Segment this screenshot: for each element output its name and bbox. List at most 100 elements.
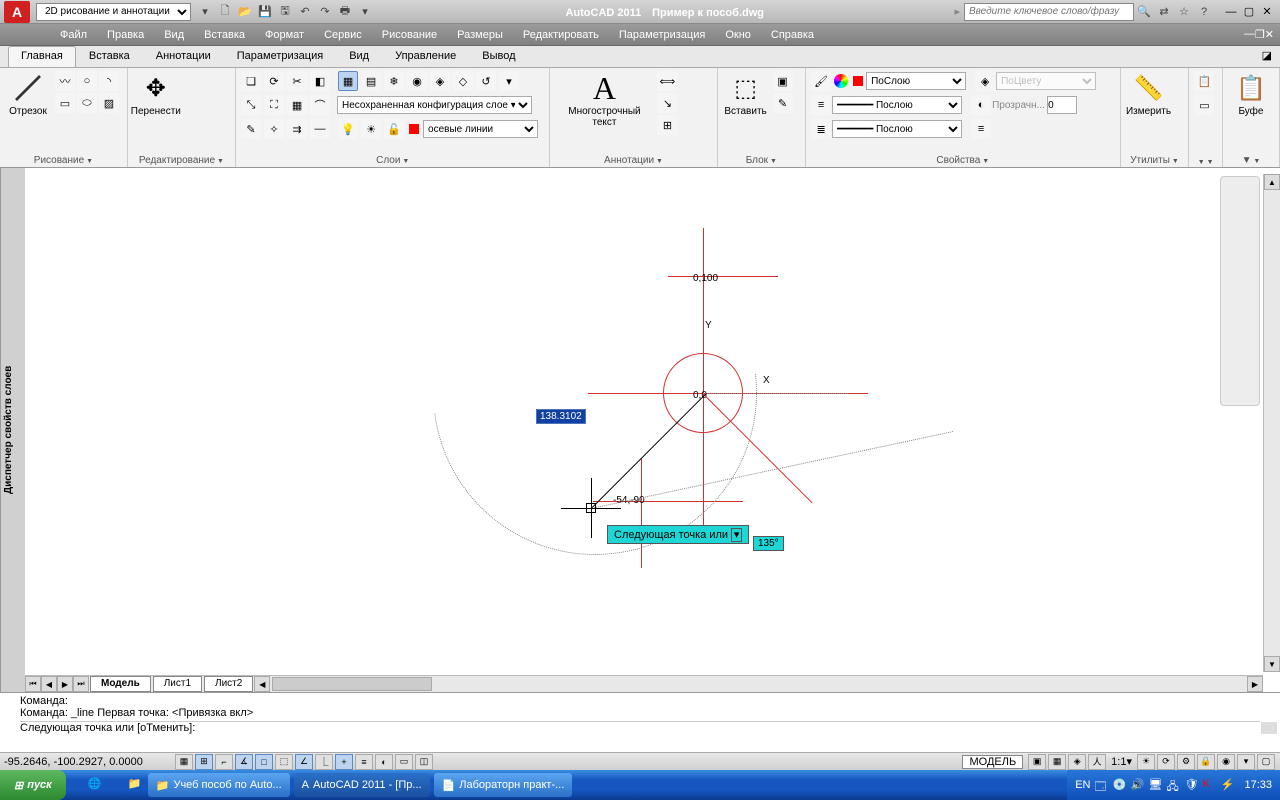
- join-icon[interactable]: —: [310, 119, 330, 139]
- tray-icon[interactable]: 🛡: [1184, 778, 1198, 792]
- model-space-button[interactable]: МОДЕЛЬ: [962, 755, 1023, 769]
- tab-output[interactable]: Вывод: [469, 46, 528, 67]
- status-hardware-icon[interactable]: ◉: [1217, 754, 1235, 770]
- language-indicator[interactable]: EN: [1075, 779, 1090, 791]
- table-icon[interactable]: ⊞: [657, 115, 677, 135]
- layout-tab-1[interactable]: Лист1: [153, 676, 202, 692]
- layout-tab-2[interactable]: Лист2: [204, 676, 253, 692]
- tab-insert[interactable]: Вставка: [76, 46, 143, 67]
- command-window[interactable]: Команда: Команда: _line Первая точка: <П…: [0, 692, 1280, 752]
- coordinates-display[interactable]: -95.2646, -100.2927, 0.0000: [4, 756, 174, 768]
- close-icon[interactable]: ✕: [1258, 4, 1276, 20]
- layer-walk-icon[interactable]: ▤: [361, 71, 381, 91]
- menu-format[interactable]: Формат: [255, 27, 314, 43]
- layer-off-icon[interactable]: ◉: [407, 71, 427, 91]
- qat-redo-icon[interactable]: ↷: [316, 3, 334, 21]
- scale-icon[interactable]: ⛶: [264, 95, 284, 115]
- panel-clipboard-title[interactable]: ▼: [1227, 153, 1275, 166]
- workspace-selector[interactable]: 2D рисование и аннотации: [36, 3, 191, 21]
- tab-manage[interactable]: Управление: [382, 46, 469, 67]
- task-item[interactable]: 📁 Учеб пособ по Auto...: [148, 773, 290, 797]
- maximize-icon[interactable]: ▢: [1240, 4, 1258, 20]
- lineweight-icon[interactable]: ≡: [811, 95, 831, 115]
- status-lwt-icon[interactable]: ≡: [355, 754, 373, 770]
- status-3dosnap-icon[interactable]: ⬚: [275, 754, 293, 770]
- status-sc-icon[interactable]: ◫: [415, 754, 433, 770]
- horizontal-scrollbar[interactable]: ◀ ▶: [254, 676, 1263, 692]
- status-dyn-icon[interactable]: +: [335, 754, 353, 770]
- layer-match-icon[interactable]: ◈: [430, 71, 450, 91]
- linetype-selector[interactable]: ━━━━━━ Послою: [832, 120, 962, 138]
- erase-icon[interactable]: ✎: [241, 119, 261, 139]
- menu-help[interactable]: Справка: [761, 27, 824, 43]
- layer-palette-bar[interactable]: Диспетчер свойств слоев: [0, 168, 25, 692]
- rotate-icon[interactable]: ⟳: [264, 71, 284, 91]
- ql-ie-icon[interactable]: 🌐: [88, 777, 104, 793]
- polyline-icon[interactable]: 〰: [55, 71, 75, 91]
- layer-prop-icon[interactable]: ▦: [338, 71, 358, 91]
- tab-last-icon[interactable]: ⏭: [73, 676, 89, 692]
- fillet-icon[interactable]: ⌒: [310, 95, 330, 115]
- current-layer-selector[interactable]: осевые линии: [423, 120, 538, 138]
- favorites-icon[interactable]: ☆: [1175, 3, 1193, 21]
- qat-open-icon[interactable]: 📂: [236, 3, 254, 21]
- edit-block-icon[interactable]: ✎: [773, 93, 793, 113]
- layer-state-selector[interactable]: Несохраненная конфигурация слое ▾: [337, 96, 532, 114]
- transparency-icon[interactable]: ◐: [971, 95, 991, 115]
- linear-dim-icon[interactable]: ⟺: [657, 71, 677, 91]
- status-annovis-icon[interactable]: ☀: [1137, 754, 1155, 770]
- doc-restore-icon[interactable]: ❐: [1255, 28, 1265, 41]
- ribbon-dialog-launcher-icon[interactable]: ◪: [1254, 46, 1280, 67]
- status-lock-icon[interactable]: 🔒: [1197, 754, 1215, 770]
- ql-explorer-icon[interactable]: 📁: [128, 777, 144, 793]
- status-isolate-icon[interactable]: ▾: [1237, 754, 1255, 770]
- tray-antivirus-icon[interactable]: K: [1202, 778, 1216, 792]
- stretch-icon[interactable]: ⤡: [241, 95, 261, 115]
- tab-home[interactable]: Главная: [8, 46, 76, 67]
- hatch-icon[interactable]: ▨: [99, 93, 119, 113]
- layer-prev-icon[interactable]: ↺: [476, 71, 496, 91]
- menu-parametric[interactable]: Параметризация: [609, 27, 715, 43]
- status-annoscale-icon[interactable]: 人: [1088, 754, 1106, 770]
- leader-icon[interactable]: ↘: [657, 93, 677, 113]
- qat-more-icon[interactable]: ▾: [356, 3, 374, 21]
- tab-first-icon[interactable]: ⏮: [25, 676, 41, 692]
- status-nav-icon[interactable]: ◈: [1068, 754, 1086, 770]
- menu-window[interactable]: Окно: [715, 27, 761, 43]
- status-otrack-icon[interactable]: ∠: [295, 754, 313, 770]
- lightbulb-icon[interactable]: 💡: [338, 119, 358, 139]
- status-qp-icon[interactable]: ▭: [395, 754, 413, 770]
- ql-desktop-icon[interactable]: [108, 777, 124, 793]
- qat-save-icon[interactable]: 💾: [256, 3, 274, 21]
- status-annoauto-icon[interactable]: ⟳: [1157, 754, 1175, 770]
- tab-parametric[interactable]: Параметризация: [224, 46, 336, 67]
- rectangle-icon[interactable]: ▭: [55, 93, 75, 113]
- menu-modify[interactable]: Редактировать: [513, 27, 609, 43]
- search-icon[interactable]: 🔍: [1135, 3, 1153, 21]
- menu-tools[interactable]: Сервис: [314, 27, 372, 43]
- qat-saveas-icon[interactable]: 🖫: [276, 3, 294, 21]
- panel-annotation-title[interactable]: Аннотации: [554, 153, 712, 166]
- ellipse-icon[interactable]: ⬭: [77, 93, 97, 113]
- task-item[interactable]: A AutoCAD 2011 - [Пр...: [294, 773, 430, 797]
- explode-icon[interactable]: ✧: [264, 119, 284, 139]
- doc-minimize-icon[interactable]: —: [1244, 28, 1255, 41]
- menu-draw[interactable]: Рисование: [372, 27, 447, 43]
- qat-print-icon[interactable]: 🖶: [336, 3, 354, 21]
- move-button[interactable]: ✥ Перенести: [132, 70, 180, 119]
- autocad-logo[interactable]: A: [4, 1, 30, 23]
- mtext-button[interactable]: A Многострочный текст: [554, 70, 654, 130]
- status-layout-icon[interactable]: ▣: [1028, 754, 1046, 770]
- measure-button[interactable]: 📏 Измерить: [1125, 70, 1173, 119]
- status-quickview-icon[interactable]: ▦: [1048, 754, 1066, 770]
- layer-freeze-icon[interactable]: ❄: [384, 71, 404, 91]
- status-ws-icon[interactable]: ⚙: [1177, 754, 1195, 770]
- status-snap-icon[interactable]: ▦: [175, 754, 193, 770]
- copy-icon[interactable]: ❏: [241, 71, 261, 91]
- menu-edit[interactable]: Правка: [97, 27, 154, 43]
- tab-view[interactable]: Вид: [336, 46, 382, 67]
- tray-icon[interactable]: 🗔: [1094, 778, 1108, 792]
- list-icon[interactable]: ≡: [971, 119, 991, 139]
- layer-more-icon[interactable]: ▾: [499, 71, 519, 91]
- panel-layers-title[interactable]: Слои: [240, 153, 545, 166]
